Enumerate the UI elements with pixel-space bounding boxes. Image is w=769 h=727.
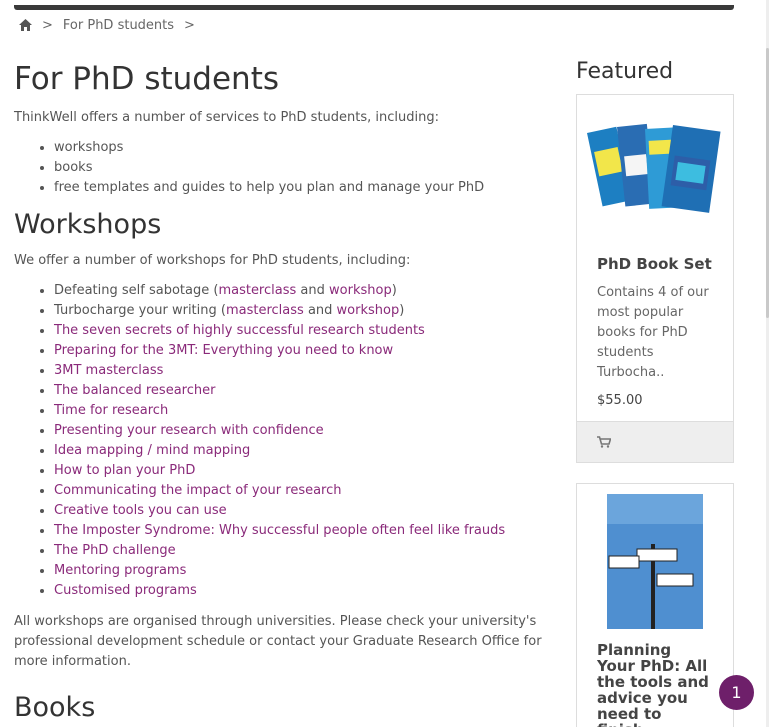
- list-item: The seven secrets of highly successful r…: [14, 321, 554, 341]
- list-item: free templates and guides to help you pl…: [14, 178, 554, 198]
- list-item: Mentoring programs: [14, 561, 554, 581]
- masterclass-link[interactable]: masterclass: [218, 283, 296, 298]
- list-item: 3MT masterclass: [14, 361, 554, 381]
- product-title[interactable]: Planning Your PhD: All the tools and adv…: [577, 642, 733, 727]
- list-item: How to plan your PhD: [14, 461, 554, 481]
- list-item: workshops: [14, 138, 554, 158]
- main-content: For PhD students ThinkWell offers a numb…: [14, 60, 554, 724]
- cart-icon[interactable]: [597, 433, 612, 452]
- product-image[interactable]: [577, 95, 733, 225]
- workshop-link[interactable]: How to plan your PhD: [54, 463, 195, 478]
- breadcrumb-separator: >: [42, 18, 53, 33]
- workshops-heading: Workshops: [14, 209, 162, 240]
- workshop-link[interactable]: Idea mapping / mind mapping: [54, 443, 250, 458]
- breadcrumb-separator: >: [184, 18, 195, 33]
- list-item: The PhD challenge: [14, 541, 554, 561]
- breadcrumb-current[interactable]: For PhD students: [63, 18, 174, 33]
- workshop-text: Defeating self sabotage (: [54, 283, 219, 298]
- card-footer: [577, 421, 733, 462]
- product-card[interactable]: Planning Your PhD: All the tools and adv…: [576, 483, 734, 727]
- workshops-list: Defeating self sabotage (masterclass and…: [14, 281, 554, 601]
- workshop-link[interactable]: The Imposter Syndrome: Why successful pe…: [54, 523, 505, 538]
- product-description: Contains 4 of our most popular books for…: [597, 285, 709, 380]
- workshop-and: and: [303, 303, 337, 318]
- list-item: Turbocharge your writing (masterclass an…: [14, 301, 554, 321]
- list-item: books: [14, 158, 554, 178]
- workshop-and: and: [296, 283, 330, 298]
- list-item: The Imposter Syndrome: Why successful pe…: [14, 521, 554, 541]
- workshop-close: ): [399, 303, 405, 318]
- workshop-link[interactable]: Time for research: [54, 403, 168, 418]
- home-icon[interactable]: [19, 19, 32, 32]
- workshop-link[interactable]: Communicating the impact of your researc…: [54, 483, 342, 498]
- list-item: Defeating self sabotage (masterclass and…: [14, 281, 554, 301]
- workshop-link[interactable]: Creative tools you can use: [54, 503, 227, 518]
- product-price: $55.00: [597, 393, 643, 408]
- list-item: Time for research: [14, 401, 554, 421]
- workshop-close: ): [391, 283, 397, 298]
- workshop-link[interactable]: Mentoring programs: [54, 563, 186, 578]
- list-item: Presenting your research with confidence: [14, 421, 554, 441]
- intro-text: ThinkWell offers a number of services to…: [14, 110, 439, 125]
- workshop-link[interactable]: The PhD challenge: [54, 543, 176, 558]
- breadcrumb: > For PhD students >: [19, 18, 205, 33]
- workshop-text: Turbocharge your writing (: [54, 303, 226, 318]
- list-item: Idea mapping / mind mapping: [14, 441, 554, 461]
- list-item: Customised programs: [14, 581, 554, 601]
- workshop-link[interactable]: Customised programs: [54, 583, 197, 598]
- workshop-link[interactable]: Presenting your research with confidence: [54, 423, 324, 438]
- workshop-link[interactable]: The seven secrets of highly successful r…: [54, 323, 425, 338]
- workshop-link[interactable]: The balanced researcher: [54, 383, 215, 398]
- featured-heading: Featured: [576, 59, 674, 84]
- workshop-link[interactable]: workshop: [329, 283, 392, 298]
- services-list: workshops books free templates and guide…: [14, 138, 554, 198]
- top-bar: [14, 5, 734, 10]
- page-title: For PhD students: [14, 61, 280, 97]
- product-card[interactable]: PhD Book Set Contains 4 of our most popu…: [576, 94, 734, 463]
- list-item: The balanced researcher: [14, 381, 554, 401]
- product-title[interactable]: PhD Book Set: [577, 255, 733, 273]
- books-heading: Books: [14, 692, 96, 723]
- workshops-note: All workshops are organised through univ…: [14, 614, 542, 669]
- product-image[interactable]: [577, 484, 733, 634]
- notification-badge[interactable]: 1: [719, 675, 754, 710]
- workshops-intro: We offer a number of workshops for PhD s…: [14, 253, 411, 268]
- masterclass-link[interactable]: masterclass: [226, 303, 304, 318]
- workshop-link[interactable]: workshop: [337, 303, 400, 318]
- list-item: Creative tools you can use: [14, 501, 554, 521]
- workshop-link[interactable]: 3MT masterclass: [54, 363, 163, 378]
- featured-sidebar: Featured PhD Book Set Contains 4 of our …: [576, 58, 734, 727]
- workshop-link[interactable]: Preparing for the 3MT: Everything you ne…: [54, 343, 393, 358]
- list-item: Preparing for the 3MT: Everything you ne…: [14, 341, 554, 361]
- list-item: Communicating the impact of your researc…: [14, 481, 554, 501]
